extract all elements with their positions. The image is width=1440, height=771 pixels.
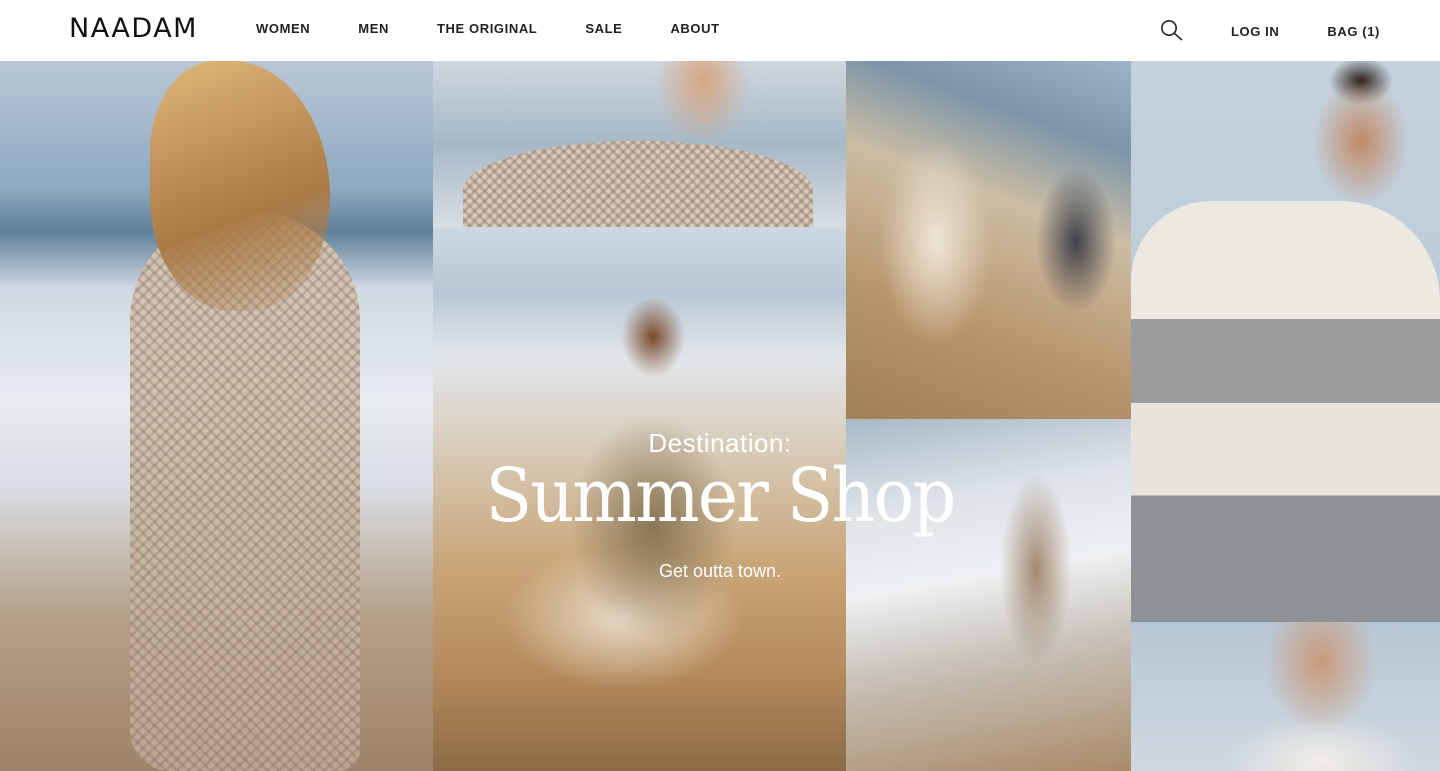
search-icon[interactable] — [1160, 19, 1184, 41]
nav-item-the-original[interactable]: THE ORIGINAL — [437, 21, 537, 37]
hero-banner[interactable]: Destination: Summer Shop Get outta town. — [0, 61, 1440, 771]
hero-image-knit-detail[interactable] — [433, 61, 846, 227]
hero-image-couple-running[interactable] — [846, 61, 1131, 419]
brand-logo[interactable]: NAADAM — [69, 14, 198, 44]
site-header: NAADAM WOMEN MEN THE ORIGINAL SALE ABOUT… — [0, 0, 1440, 61]
hair-shape — [150, 61, 330, 311]
striped-sweater-shape — [1131, 201, 1440, 622]
utility-nav: LOG IN BAG (1) — [1160, 19, 1380, 43]
knit-sweater-shape — [463, 141, 813, 227]
main-nav: WOMEN MEN THE ORIGINAL SALE ABOUT — [256, 21, 768, 37]
nav-item-about[interactable]: ABOUT — [670, 21, 719, 37]
hero-image-woman-portrait[interactable] — [1131, 622, 1440, 771]
nav-item-men[interactable]: MEN — [358, 21, 389, 37]
nav-item-women[interactable]: WOMEN — [256, 21, 310, 37]
hero-tagline: Get outta town. — [658, 561, 782, 581]
bag-link[interactable]: BAG (1) — [1327, 24, 1380, 40]
login-link[interactable]: LOG IN — [1231, 24, 1279, 40]
hero-image-woman-crochet-dress[interactable] — [0, 61, 433, 771]
hero-image-man-striped-sweater[interactable] — [1131, 61, 1440, 622]
nav-item-sale[interactable]: SALE — [585, 21, 622, 37]
hero-headline: Summer Shop — [485, 453, 957, 539]
